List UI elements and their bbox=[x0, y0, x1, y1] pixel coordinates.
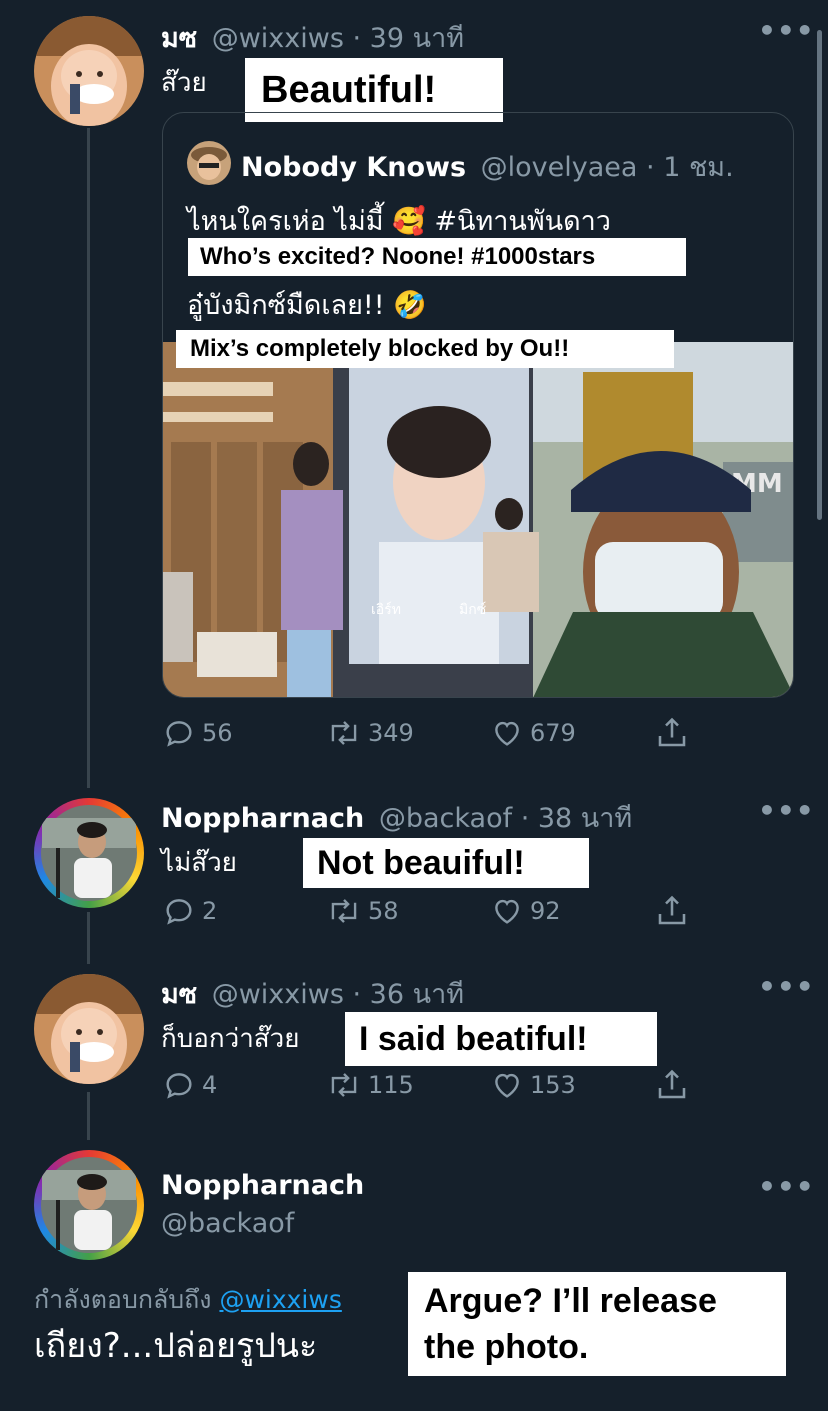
reply-button[interactable]: 2 bbox=[162, 894, 217, 928]
avatar-backaof[interactable] bbox=[34, 798, 144, 908]
reply-icon bbox=[166, 899, 192, 925]
author-name[interactable]: Noppharnach bbox=[161, 1170, 364, 1201]
reply-count: 4 bbox=[202, 1071, 218, 1099]
retweet-icon bbox=[331, 899, 357, 923]
heart-icon bbox=[495, 721, 519, 746]
heart-icon bbox=[495, 1073, 519, 1098]
reply-count: 56 bbox=[202, 719, 233, 747]
reply-icon bbox=[166, 721, 192, 747]
author-handle[interactable]: @wixxiws bbox=[212, 979, 344, 1010]
heart-icon bbox=[495, 899, 519, 924]
author-handle[interactable]: @wixxiws bbox=[212, 23, 344, 54]
retweet-icon bbox=[331, 1073, 357, 1097]
tweet-timestamp[interactable]: · 38 นาที bbox=[521, 803, 633, 834]
caption-overlay: Not beauiful! bbox=[303, 838, 589, 888]
replying-prefix: กำลังตอบกลับถึง bbox=[34, 1285, 212, 1314]
reply-button[interactable]: 56 bbox=[162, 716, 233, 750]
like-count: 92 bbox=[530, 897, 561, 925]
replying-to: กำลังตอบกลับถึง @wixxiws bbox=[34, 1280, 342, 1320]
caption-overlay: I said beatiful! bbox=[345, 1012, 657, 1066]
like-button[interactable]: 153 bbox=[490, 1068, 576, 1102]
caption-overlay: Mix’s completely blocked by Ou!! bbox=[176, 330, 674, 368]
share-button[interactable] bbox=[654, 892, 696, 930]
retweet-button[interactable]: 115 bbox=[326, 1068, 414, 1102]
quoted-photo[interactable]: MM เอิร์ท มิกซ์ bbox=[163, 342, 793, 697]
thread-line bbox=[87, 128, 90, 788]
author-name[interactable]: มซ bbox=[161, 979, 197, 1010]
quoted-author-name[interactable]: Nobody Knows bbox=[241, 152, 466, 183]
avatar-wixxiws[interactable] bbox=[34, 16, 144, 126]
like-button[interactable]: 92 bbox=[490, 894, 561, 928]
tweet-timestamp[interactable]: · 39 นาที bbox=[353, 23, 465, 54]
tweet2-header: Noppharnach @backaof · 38 นาที bbox=[161, 796, 632, 839]
retweet-count: 58 bbox=[368, 897, 399, 925]
tweet-text: ไม่ส๊วย bbox=[161, 848, 237, 878]
quoted-text-line1: ไหนใครเห่อ ไม่มี้ 🥰 #นิทานพันดาว bbox=[187, 206, 611, 237]
quoted-timestamp[interactable]: · 1 ชม. bbox=[646, 152, 734, 183]
retweet-count: 349 bbox=[368, 719, 414, 747]
like-button[interactable]: 679 bbox=[490, 716, 576, 750]
more-options-icon[interactable]: ••• bbox=[758, 970, 815, 1003]
more-options-icon[interactable]: ••• bbox=[758, 1170, 815, 1203]
thread-line bbox=[87, 912, 90, 964]
share-icon bbox=[658, 1069, 686, 1099]
avatar-wixxiws[interactable] bbox=[34, 974, 144, 1084]
like-count: 153 bbox=[530, 1071, 576, 1099]
like-count: 679 bbox=[530, 719, 576, 747]
scrollbar[interactable] bbox=[817, 30, 822, 520]
share-icon bbox=[658, 895, 686, 925]
retweet-icon bbox=[331, 721, 357, 745]
avatar-backaof[interactable] bbox=[34, 1150, 144, 1260]
reply-count: 2 bbox=[202, 897, 218, 925]
tweet3-header: มซ @wixxiws · 36 นาที bbox=[161, 972, 464, 1015]
retweet-count: 115 bbox=[368, 1071, 414, 1099]
quoted-text-line2: อู๋บังมิกซ์มืดเลย!! 🤣 bbox=[187, 290, 427, 321]
share-icon bbox=[658, 717, 686, 747]
share-button[interactable] bbox=[654, 1066, 696, 1104]
retweet-button[interactable]: 349 bbox=[326, 716, 414, 750]
share-button[interactable] bbox=[654, 714, 696, 752]
author-name[interactable]: Noppharnach bbox=[161, 803, 364, 834]
photo-name-right: มิกซ์ bbox=[459, 601, 486, 618]
avatar-lovelyaea[interactable] bbox=[187, 141, 231, 185]
tweet-text: เถียง?...ปล่อยรูปนะ bbox=[34, 1326, 318, 1366]
reply-icon bbox=[166, 1073, 192, 1099]
more-options-icon[interactable]: ••• bbox=[758, 794, 815, 827]
quoted-author-handle[interactable]: @lovelyaea bbox=[481, 152, 638, 183]
photo-name-left: เอิร์ท bbox=[371, 601, 401, 618]
author-name[interactable]: มซ bbox=[161, 23, 197, 54]
author-handle[interactable]: @backaof bbox=[161, 1208, 294, 1239]
retweet-button[interactable]: 58 bbox=[326, 894, 399, 928]
caption-line: the photo. bbox=[424, 1328, 589, 1366]
reply-button[interactable]: 4 bbox=[162, 1068, 217, 1102]
thread-line bbox=[87, 1092, 90, 1140]
replying-to-link[interactable]: @wixxiws bbox=[219, 1285, 341, 1314]
tweet1-header: มซ @wixxiws · 39 นาที bbox=[161, 16, 464, 59]
tweet-text: ส๊วย bbox=[161, 68, 207, 98]
quoted-header: Nobody Knows @lovelyaea · 1 ชม. bbox=[241, 145, 734, 188]
quoted-tweet-card[interactable]: Nobody Knows @lovelyaea · 1 ชม. ไหนใครเห… bbox=[162, 112, 794, 698]
caption-line: Argue? I’ll release bbox=[424, 1282, 717, 1320]
author-handle[interactable]: @backaof bbox=[379, 803, 512, 834]
tweet-timestamp[interactable]: · 36 นาที bbox=[353, 979, 465, 1010]
more-options-icon[interactable]: ••• bbox=[758, 14, 815, 47]
caption-overlay: Who’s excited? Noone! #1000stars bbox=[188, 238, 686, 276]
caption-overlay: Argue? I’ll release the photo. bbox=[408, 1272, 786, 1376]
tweet-text: ก็บอกว่าส๊วย bbox=[161, 1024, 300, 1054]
